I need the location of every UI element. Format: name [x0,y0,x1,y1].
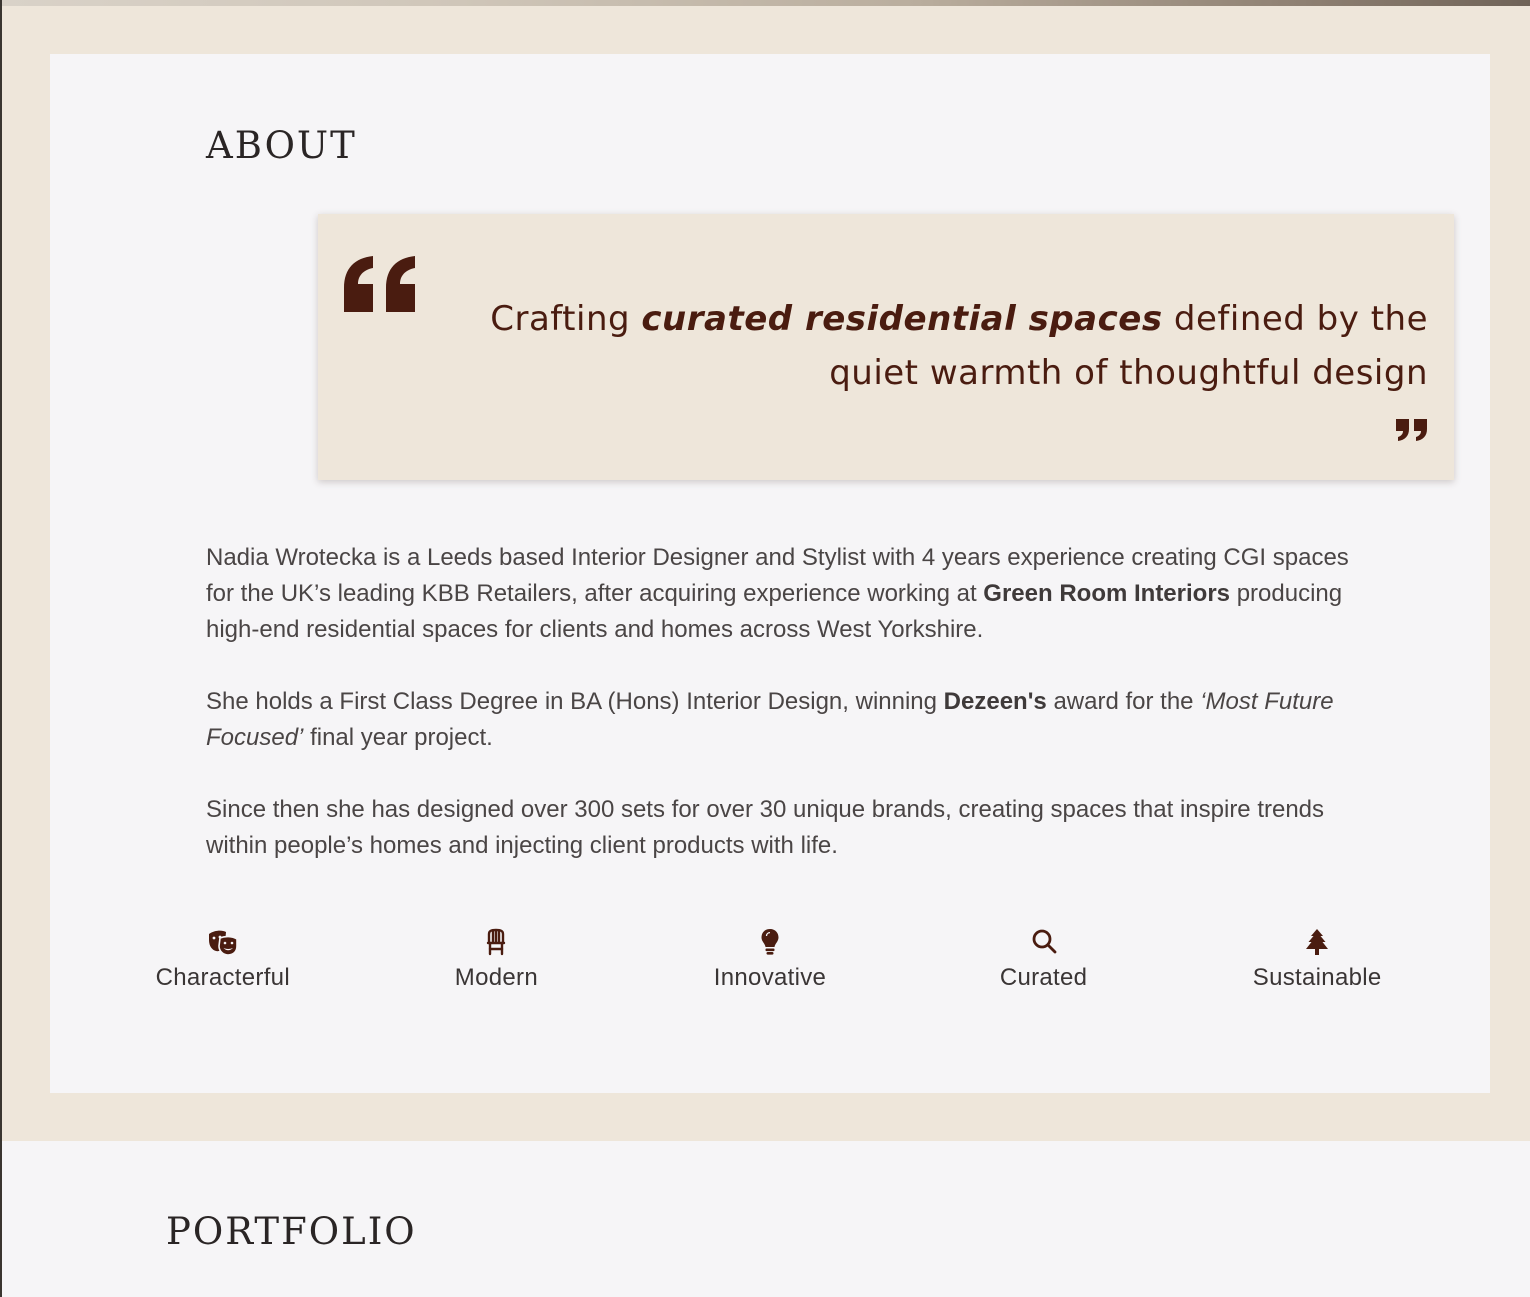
bio-text: Nadia Wrotecka is a Leeds based Interior… [206,540,1366,900]
bio-p2-award-brand: Dezeen's [943,688,1047,715]
quote-emphasis: curated residential spaces [641,299,1163,339]
value-item-sustainable: Sustainable [1180,928,1454,992]
value-label-characterful: Characterful [155,964,290,991]
about-card: ABOUT Crafting curated residential space… [50,54,1490,1093]
quote-close-icon [1396,419,1427,441]
bio-p2-text-a: She holds a First Class Degree in BA (Ho… [206,688,937,715]
chair-icon [487,928,506,956]
value-label-curated: Curated [999,964,1088,991]
bio-p2-text-b: award for the [1053,688,1194,715]
portfolio-title: PORTFOLIO [166,1210,417,1253]
values-row: Characterful Modern Innovative Curated S… [86,928,1454,992]
value-label-sustainable: Sustainable [1252,964,1382,991]
quote-text: Crafting curated residential spaces defi… [468,292,1428,400]
bio-paragraph-1: Nadia Wrotecka is a Leeds based Interior… [206,540,1366,648]
search-icon [1032,929,1056,954]
bio-paragraph-2: She holds a First Class Degree in BA (Ho… [206,684,1366,756]
quote-prefix: Crafting [490,299,631,339]
value-item-innovative: Innovative [633,928,907,992]
tree-icon [1306,929,1329,955]
value-label-innovative: Innovative [713,964,827,991]
value-item-characterful: Characterful [86,928,360,992]
value-item-curated: Curated [907,928,1181,992]
bio-p1-company: Green Room Interiors [983,580,1231,607]
theater-masks-icon [208,930,238,956]
lightbulb-icon [761,929,779,955]
value-item-modern: Modern [360,928,634,992]
about-section: ABOUT Crafting curated residential space… [2,6,1530,1141]
bio-p2-text-c: final year project. [310,724,493,751]
about-title: ABOUT [206,124,357,167]
bio-paragraph-3: Since then she has designed over 300 set… [206,796,1325,859]
quote-open-icon [344,256,415,312]
quote-box: Crafting curated residential spaces defi… [318,214,1454,480]
value-label-modern: Modern [454,964,538,991]
